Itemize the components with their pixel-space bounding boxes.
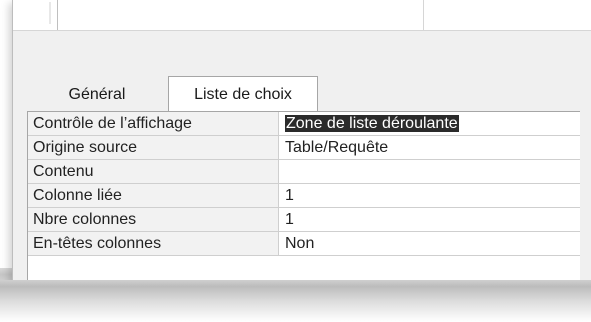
property-row-contenu[interactable]: Contenu bbox=[28, 160, 580, 184]
tab-liste-de-choix[interactable]: Liste de choix bbox=[168, 76, 318, 113]
property-value-field[interactable]: 1 bbox=[280, 208, 580, 231]
property-row-origine-source[interactable]: Origine source Table/Requête bbox=[28, 136, 580, 160]
property-value-field[interactable]: 1 bbox=[280, 184, 580, 207]
property-row-en-tetes-colonnes[interactable]: En-têtes colonnes Non bbox=[28, 232, 580, 256]
tab-general[interactable]: Général bbox=[27, 78, 167, 111]
property-name: En-têtes colonnes bbox=[28, 232, 279, 255]
selected-value-text[interactable]: Zone de liste déroulante bbox=[285, 115, 459, 132]
property-value-field[interactable]: Table/Requête bbox=[280, 136, 580, 159]
property-name: Colonne liée bbox=[28, 184, 279, 207]
top-grid-strip bbox=[13, 0, 591, 31]
column-divider bbox=[423, 0, 424, 30]
property-grid: Contrôle de l’affichage Zone de liste dé… bbox=[27, 111, 580, 292]
property-name: Contrôle de l’affichage bbox=[28, 112, 279, 135]
property-value-field[interactable]: Zone de liste déroulante bbox=[280, 112, 580, 135]
property-row-controle-affichage[interactable]: Contrôle de l’affichage Zone de liste dé… bbox=[28, 112, 580, 136]
property-name: Origine source bbox=[28, 136, 279, 159]
window-bottom-shadow bbox=[0, 280, 591, 322]
property-name: Nbre colonnes bbox=[28, 208, 279, 231]
property-row-colonne-liee[interactable]: Colonne liée 1 bbox=[28, 184, 580, 208]
column-divider bbox=[57, 0, 58, 30]
property-name: Contenu bbox=[28, 160, 279, 183]
property-value-field[interactable] bbox=[280, 160, 580, 183]
column-divider bbox=[49, 2, 51, 24]
property-row-nbre-colonnes[interactable]: Nbre colonnes 1 bbox=[28, 208, 580, 232]
property-value-field[interactable]: Non bbox=[280, 232, 580, 255]
